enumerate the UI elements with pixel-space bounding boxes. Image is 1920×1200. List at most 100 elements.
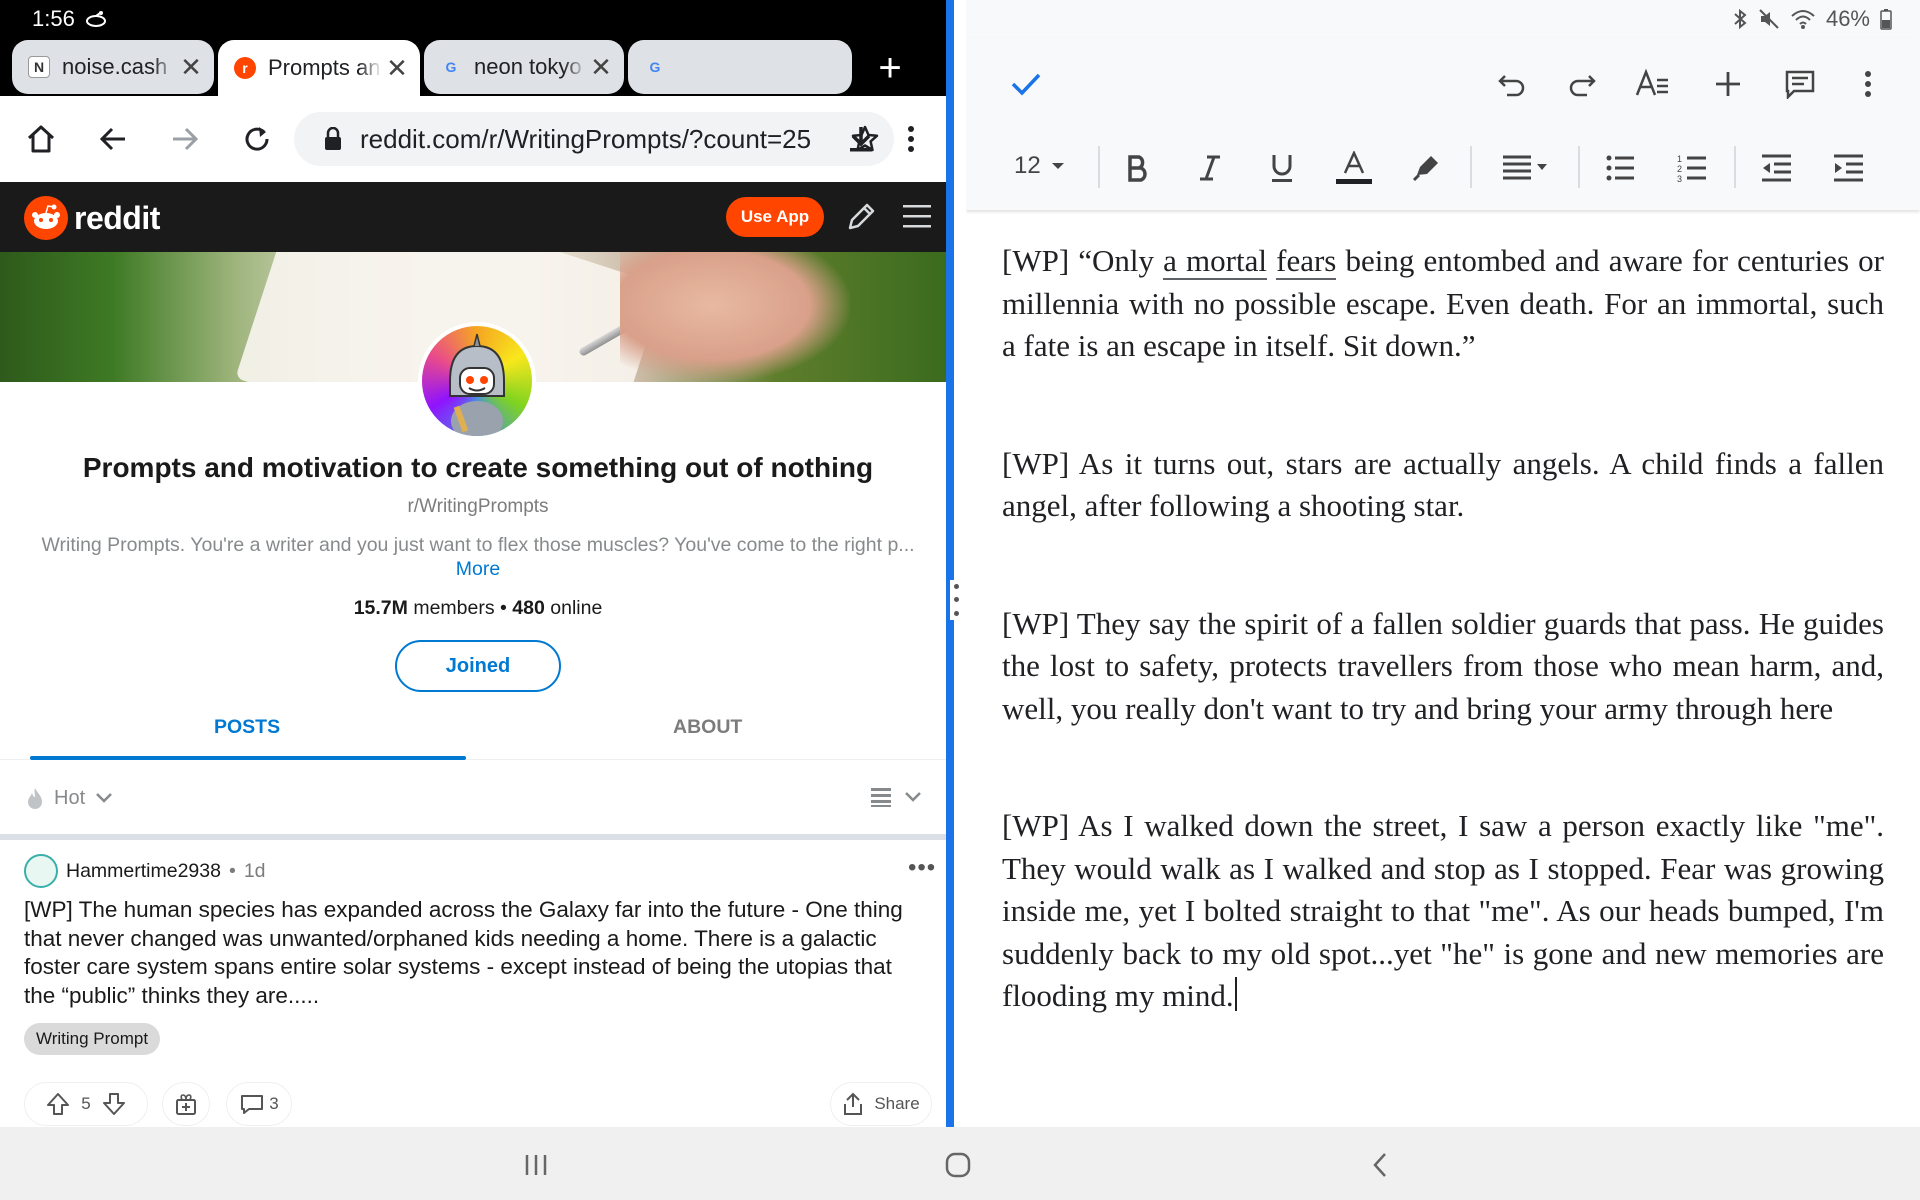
post-flair[interactable]: Writing Prompt [24, 1023, 161, 1055]
align-dropdown[interactable] [1496, 146, 1556, 190]
bold-icon [1128, 155, 1147, 182]
tab-about[interactable]: ABOUT [673, 716, 742, 739]
home-circle-icon [945, 1152, 971, 1178]
subreddit-description: Writing Prompts. You're a writer and you… [20, 533, 936, 581]
post-age: 1d [243, 859, 266, 882]
reddit-menu-button[interactable] [902, 202, 932, 230]
status-bar-left: 1:56 [0, 0, 946, 38]
active-tab-indicator [30, 756, 466, 760]
reload-button[interactable] [234, 116, 280, 162]
comment-button[interactable] [1778, 62, 1822, 106]
view-mode-dropdown[interactable] [870, 786, 922, 808]
doc-paragraph: [WP] They say the spirit of a fallen sol… [1002, 605, 1884, 726]
split-handle-icon[interactable] [950, 580, 962, 620]
address-bar[interactable]: reddit.com/r/WritingPrompts/?count=25 [294, 112, 894, 166]
post-title[interactable]: [WP] The human species has expanded acro… [24, 896, 924, 1010]
comments-button[interactable]: 3 [226, 1082, 292, 1126]
sort-dropdown[interactable]: Hot [26, 786, 113, 810]
text-format-button[interactable] [1630, 62, 1674, 106]
bulleted-list-icon [1606, 155, 1634, 181]
subreddit-tabs: POSTS ABOUT [0, 700, 946, 760]
reddit-header: reddit Use App [0, 182, 946, 252]
browser-tab-noise-cash[interactable]: N noise.cash ✕ [12, 40, 214, 94]
undo-button[interactable] [1490, 62, 1534, 106]
align-justify-icon [1503, 155, 1547, 180]
arrow-left-icon [99, 127, 125, 151]
sort-label: Hot [54, 786, 86, 809]
notification-icon [85, 10, 107, 28]
create-post-button[interactable] [846, 200, 876, 232]
downvote-icon[interactable] [101, 1091, 127, 1117]
close-tab-icon[interactable]: ✕ [382, 53, 412, 84]
bold-button[interactable] [1116, 146, 1160, 190]
joined-button[interactable]: Joined [395, 640, 561, 692]
docs-pane: 46% 12 1 2 3 [WP] “Only a mortal fears b… [966, 0, 1920, 1127]
spellcheck-underlined-text[interactable]: fears [1276, 243, 1337, 280]
insert-button[interactable] [1706, 62, 1750, 106]
home-button[interactable] [18, 116, 64, 162]
underline-button[interactable] [1260, 146, 1304, 190]
increase-indent-button[interactable] [1826, 146, 1870, 190]
tab-posts[interactable]: POSTS [214, 716, 280, 739]
decrease-indent-button[interactable] [1754, 146, 1798, 190]
docs-menu-button[interactable] [1846, 62, 1890, 106]
numbered-list-button[interactable]: 123 [1670, 146, 1714, 190]
text-color-button[interactable] [1332, 146, 1376, 190]
indent-icon [1834, 154, 1863, 182]
split-screen-divider[interactable] [946, 0, 966, 1127]
subreddit-name: r/WritingPrompts [407, 496, 549, 517]
text-color-icon [1336, 151, 1372, 184]
award-button[interactable] [162, 1082, 210, 1126]
undo-icon [1498, 75, 1525, 97]
mute-icon [1759, 9, 1779, 29]
upvote-icon[interactable] [45, 1091, 71, 1117]
back-button[interactable] [90, 116, 136, 162]
browser-tab-writingprompts[interactable]: r Prompts and motivation ✕ [218, 40, 420, 96]
google-favicon-icon: G [649, 59, 661, 75]
forward-button[interactable] [162, 116, 208, 162]
browser-tab-google[interactable]: G [628, 40, 852, 94]
browser-tab-neon-tokyo[interactable]: G neon tokyo wallpaper ✕ [424, 40, 624, 94]
description-more-link[interactable]: More [456, 558, 500, 580]
doc-paragraph: [WP] As it turns out, stars are actually… [1002, 445, 1884, 524]
highlight-button[interactable] [1404, 146, 1448, 190]
doc-paragraph: [WP] “Only a mortal fears being entombed… [1002, 240, 1884, 368]
bulleted-list-button[interactable] [1598, 146, 1642, 190]
font-size-dropdown[interactable]: 12 [1014, 152, 1065, 180]
new-tab-button[interactable]: + [870, 48, 910, 88]
svg-text:3: 3 [1677, 174, 1682, 183]
caret-down-icon [1051, 163, 1064, 169]
post-author[interactable]: Hammertime2938 [66, 860, 221, 883]
download-button[interactable] [838, 116, 884, 162]
italic-icon [1200, 155, 1220, 181]
close-tab-icon[interactable]: ✕ [586, 52, 616, 83]
text-cursor [1234, 977, 1237, 1011]
post-more-options-icon[interactable]: ••• [908, 854, 936, 882]
google-favicon-icon: G [445, 59, 457, 75]
comment-icon [241, 1095, 264, 1114]
document-body[interactable]: [WP] “Only a mortal fears being entombed… [1002, 240, 1884, 1018]
author-avatar[interactable] [24, 854, 58, 888]
post-card[interactable]: Hammertime2938 • 1d ••• [WP] The human s… [0, 840, 946, 1127]
redo-button[interactable] [1560, 62, 1604, 106]
italic-button[interactable] [1188, 146, 1232, 190]
spellcheck-underlined-text[interactable]: a mortal [1163, 243, 1267, 280]
share-button[interactable]: Share [830, 1082, 932, 1126]
use-app-button[interactable]: Use App [726, 197, 824, 237]
recent-apps-button[interactable] [516, 1145, 556, 1185]
svg-text:1: 1 [1677, 154, 1682, 164]
reddit-logo[interactable]: reddit [24, 196, 160, 240]
close-tab-icon[interactable]: ✕ [176, 52, 206, 83]
hamburger-icon [903, 205, 931, 228]
battery-icon [1880, 9, 1892, 30]
done-editing-button[interactable] [1004, 62, 1048, 106]
font-size-value: 12 [1014, 152, 1041, 179]
browser-menu-button[interactable] [896, 116, 926, 162]
flame-icon [28, 788, 42, 809]
home-nav-button[interactable] [938, 1145, 978, 1185]
reload-icon [245, 127, 269, 151]
back-nav-button[interactable] [1360, 1145, 1400, 1185]
tab-strip: N noise.cash ✕ r Prompts and motivation … [0, 38, 946, 96]
wifi-icon [1791, 10, 1815, 29]
doc-text: [WP] “Only [1002, 243, 1164, 278]
